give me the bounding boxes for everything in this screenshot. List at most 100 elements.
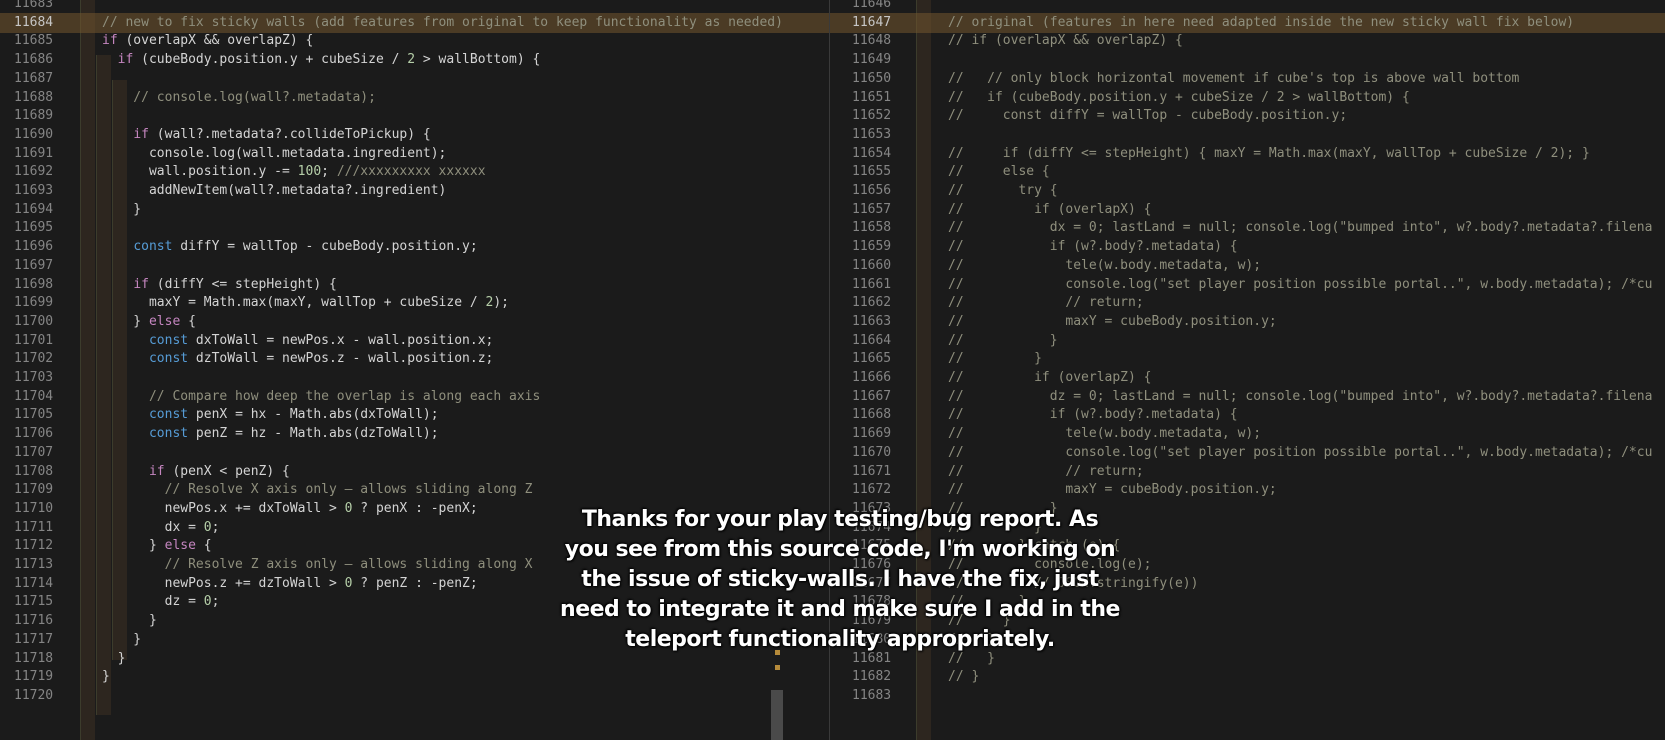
left-code-text[interactable]: const dzToWall = newPos.z - wall.positio… <box>102 349 493 369</box>
right-code-text[interactable]: // } <box>948 331 1058 351</box>
right-code-row[interactable]: 11650 // // only block horizontal movemen… <box>830 69 1665 89</box>
left-code-row[interactable]: 11720 <box>0 686 829 706</box>
left-code-text[interactable]: newPos.z += dzToWall > 0 ? penZ : -penZ; <box>102 574 478 594</box>
left-code-text[interactable]: } <box>102 667 110 687</box>
left-code-text[interactable]: addNewItem(wall?.metadata?.ingredient) <box>102 181 446 201</box>
left-code-text[interactable]: // Resolve X axis only — allows sliding … <box>102 480 533 500</box>
left-code-text[interactable]: } else { <box>102 312 196 332</box>
right-code-row[interactable]: 11663 // maxY = cubeBody.position.y; <box>830 312 1665 332</box>
left-code-row[interactable]: 11689 <box>0 106 829 126</box>
right-code-text[interactable]: // console.log("set player position poss… <box>948 443 1652 463</box>
right-code-text[interactable]: // // return; <box>948 293 1144 313</box>
right-code-text[interactable]: // maxY = cubeBody.position.y; <box>948 312 1277 332</box>
left-code-text[interactable]: dz = 0; <box>102 592 220 612</box>
right-code-row[interactable]: 11665 // } <box>830 349 1665 369</box>
right-code-row[interactable]: 11647 // original (features in here need … <box>830 12 1665 33</box>
left-code-row[interactable]: 11707 <box>0 443 829 463</box>
left-code-row[interactable]: 11706 const penZ = hz - Math.abs(dzToWal… <box>0 424 829 444</box>
left-code-text[interactable]: const diffY = wallTop - cubeBody.positio… <box>102 237 477 257</box>
left-code-row[interactable]: 11700 } else { <box>0 312 829 332</box>
left-code-text[interactable]: if (diffY <= stepHeight) { <box>102 275 337 295</box>
left-code-row[interactable]: 11701 const dxToWall = newPos.x - wall.p… <box>0 331 829 351</box>
right-code-row[interactable]: 11669 // tele(w.body.metadata, w); <box>830 424 1665 444</box>
left-code-text[interactable]: } <box>102 200 141 220</box>
left-code-text[interactable]: wall.position.y -= 100; ///xxxxxxxxx xxx… <box>102 162 486 182</box>
left-code-text[interactable]: } else { <box>102 536 212 556</box>
right-code-row[interactable]: 11683 <box>830 686 1665 706</box>
right-code-row[interactable]: 11658 // dx = 0; lastLand = null; console… <box>830 218 1665 238</box>
left-code-row[interactable]: 11709 // Resolve X axis only — allows sl… <box>0 480 829 500</box>
right-code-text[interactable]: // maxY = cubeBody.position.y; <box>948 480 1277 500</box>
right-code-row[interactable]: 11655 // else { <box>830 162 1665 182</box>
right-code-text[interactable]: // if (overlapX && overlapZ) { <box>948 31 1183 51</box>
left-code-row[interactable]: 11695 <box>0 218 829 238</box>
left-code-text[interactable]: // Resolve Z axis only — allows sliding … <box>102 555 533 575</box>
left-code-row[interactable]: 11687 <box>0 69 829 89</box>
right-code-text[interactable]: // // only block horizontal movement if … <box>948 69 1519 89</box>
left-code-text[interactable]: if (wall?.metadata?.collideToPickup) { <box>102 125 430 145</box>
left-code-text[interactable]: } <box>102 649 126 669</box>
left-code-row[interactable]: 11685 if (overlapX && overlapZ) { <box>0 31 829 51</box>
right-code-text[interactable]: // dz = 0; lastLand = null; console.log(… <box>948 387 1652 407</box>
right-code-row[interactable]: 11670 // console.log("set player position… <box>830 443 1665 463</box>
left-code-row[interactable]: 11708 if (penX < penZ) { <box>0 462 829 482</box>
right-code-row[interactable]: 11652 // const diffY = wallTop - cubeBody… <box>830 106 1665 126</box>
left-code-text[interactable]: if (penX < penZ) { <box>102 462 290 482</box>
right-code-row[interactable]: 11668 // if (w?.body?.metadata) { <box>830 405 1665 425</box>
right-code-row[interactable]: 11682 // } <box>830 667 1665 687</box>
left-code-row[interactable]: 11684 // new to fix sticky walls (add fea… <box>0 12 829 33</box>
left-code-text[interactable]: } <box>102 630 141 650</box>
right-code-text[interactable]: // } <box>948 349 1042 369</box>
right-code-row[interactable]: 11654 // if (diffY <= stepHeight) { maxY … <box>830 144 1665 164</box>
right-code-row[interactable]: 11648 // if (overlapX && overlapZ) { <box>830 31 1665 51</box>
right-code-row[interactable]: 11666 // if (overlapZ) { <box>830 368 1665 388</box>
left-code-row[interactable]: 11686 if (cubeBody.position.y + cubeSize… <box>0 50 829 70</box>
left-code-text[interactable]: if (cubeBody.position.y + cubeSize / 2 >… <box>102 50 541 70</box>
right-code-text[interactable]: // try { <box>948 181 1058 201</box>
left-code-text[interactable]: // Compare how deep the overlap is along… <box>102 387 540 407</box>
left-code-text[interactable]: if (overlapX && overlapZ) { <box>102 31 313 51</box>
left-code-text[interactable]: console.log(wall.metadata.ingredient); <box>102 144 446 164</box>
left-code-row[interactable]: 11703 <box>0 368 829 388</box>
right-code-text[interactable]: // tele(w.body.metadata, w); <box>948 256 1261 276</box>
left-code-text[interactable]: newPos.x += dxToWall > 0 ? penX : -penX; <box>102 499 478 519</box>
left-code-row[interactable]: 11699 maxY = Math.max(maxY, wallTop + cu… <box>0 293 829 313</box>
left-code-row[interactable]: 11696 const diffY = wallTop - cubeBody.p… <box>0 237 829 257</box>
right-code-row[interactable]: 11657 // if (overlapX) { <box>830 200 1665 220</box>
right-code-text[interactable]: // // return; <box>948 462 1144 482</box>
right-code-text[interactable]: // if (overlapZ) { <box>948 368 1152 388</box>
left-code-text[interactable]: // new to fix sticky walls (add features… <box>102 13 783 33</box>
left-code-text[interactable]: const penX = hx - Math.abs(dxToWall); <box>102 405 439 425</box>
left-code-text[interactable]: const dxToWall = newPos.x - wall.positio… <box>102 331 493 351</box>
left-code-row[interactable]: 11702 const dzToWall = newPos.z - wall.p… <box>0 349 829 369</box>
right-code-text[interactable]: // if (w?.body?.metadata) { <box>948 405 1238 425</box>
right-code-row[interactable]: 11653 <box>830 125 1665 145</box>
right-code-row[interactable]: 11660 // tele(w.body.metadata, w); <box>830 256 1665 276</box>
left-code-text[interactable]: dx = 0; <box>102 518 220 538</box>
left-code-row[interactable]: 11698 if (diffY <= stepHeight) { <box>0 275 829 295</box>
left-code-row[interactable]: 11690 if (wall?.metadata?.collideToPicku… <box>0 125 829 145</box>
right-code-text[interactable]: // const diffY = wallTop - cubeBody.posi… <box>948 106 1347 126</box>
left-code-row[interactable]: 11692 wall.position.y -= 100; ///xxxxxxx… <box>0 162 829 182</box>
left-code-row[interactable]: 11694 } <box>0 200 829 220</box>
left-code-row[interactable]: 11704 // Compare how deep the overlap is… <box>0 387 829 407</box>
right-code-row[interactable]: 11656 // try { <box>830 181 1665 201</box>
right-code-text[interactable]: // original (features in here need adapt… <box>948 13 1574 33</box>
right-code-text[interactable]: // if (diffY <= stepHeight) { maxY = Mat… <box>948 144 1590 164</box>
left-code-row[interactable]: 11705 const penX = hx - Math.abs(dxToWal… <box>0 405 829 425</box>
right-code-row[interactable]: 11662 // // return; <box>830 293 1665 313</box>
left-code-row[interactable]: 11697 <box>0 256 829 276</box>
left-code-text[interactable]: const penZ = hz - Math.abs(dzToWall); <box>102 424 439 444</box>
right-code-row[interactable]: 11659 // if (w?.body?.metadata) { <box>830 237 1665 257</box>
vertical-scrollbar-thumb[interactable] <box>771 690 783 740</box>
right-code-row[interactable]: 11672 // maxY = cubeBody.position.y; <box>830 480 1665 500</box>
right-code-row[interactable]: 11661 // console.log("set player position… <box>830 275 1665 295</box>
right-code-text[interactable]: // else { <box>948 162 1050 182</box>
right-code-row[interactable]: 11671 // // return; <box>830 462 1665 482</box>
right-code-text[interactable]: // if (overlapX) { <box>948 200 1152 220</box>
right-code-row[interactable]: 11664 // } <box>830 331 1665 351</box>
right-code-text[interactable]: // tele(w.body.metadata, w); <box>948 424 1261 444</box>
right-code-text[interactable]: // if (cubeBody.position.y + cubeSize / … <box>948 88 1410 108</box>
left-code-row[interactable]: 11688 // console.log(wall?.metadata); <box>0 88 829 108</box>
left-code-text[interactable]: maxY = Math.max(maxY, wallTop + cubeSize… <box>102 293 509 313</box>
